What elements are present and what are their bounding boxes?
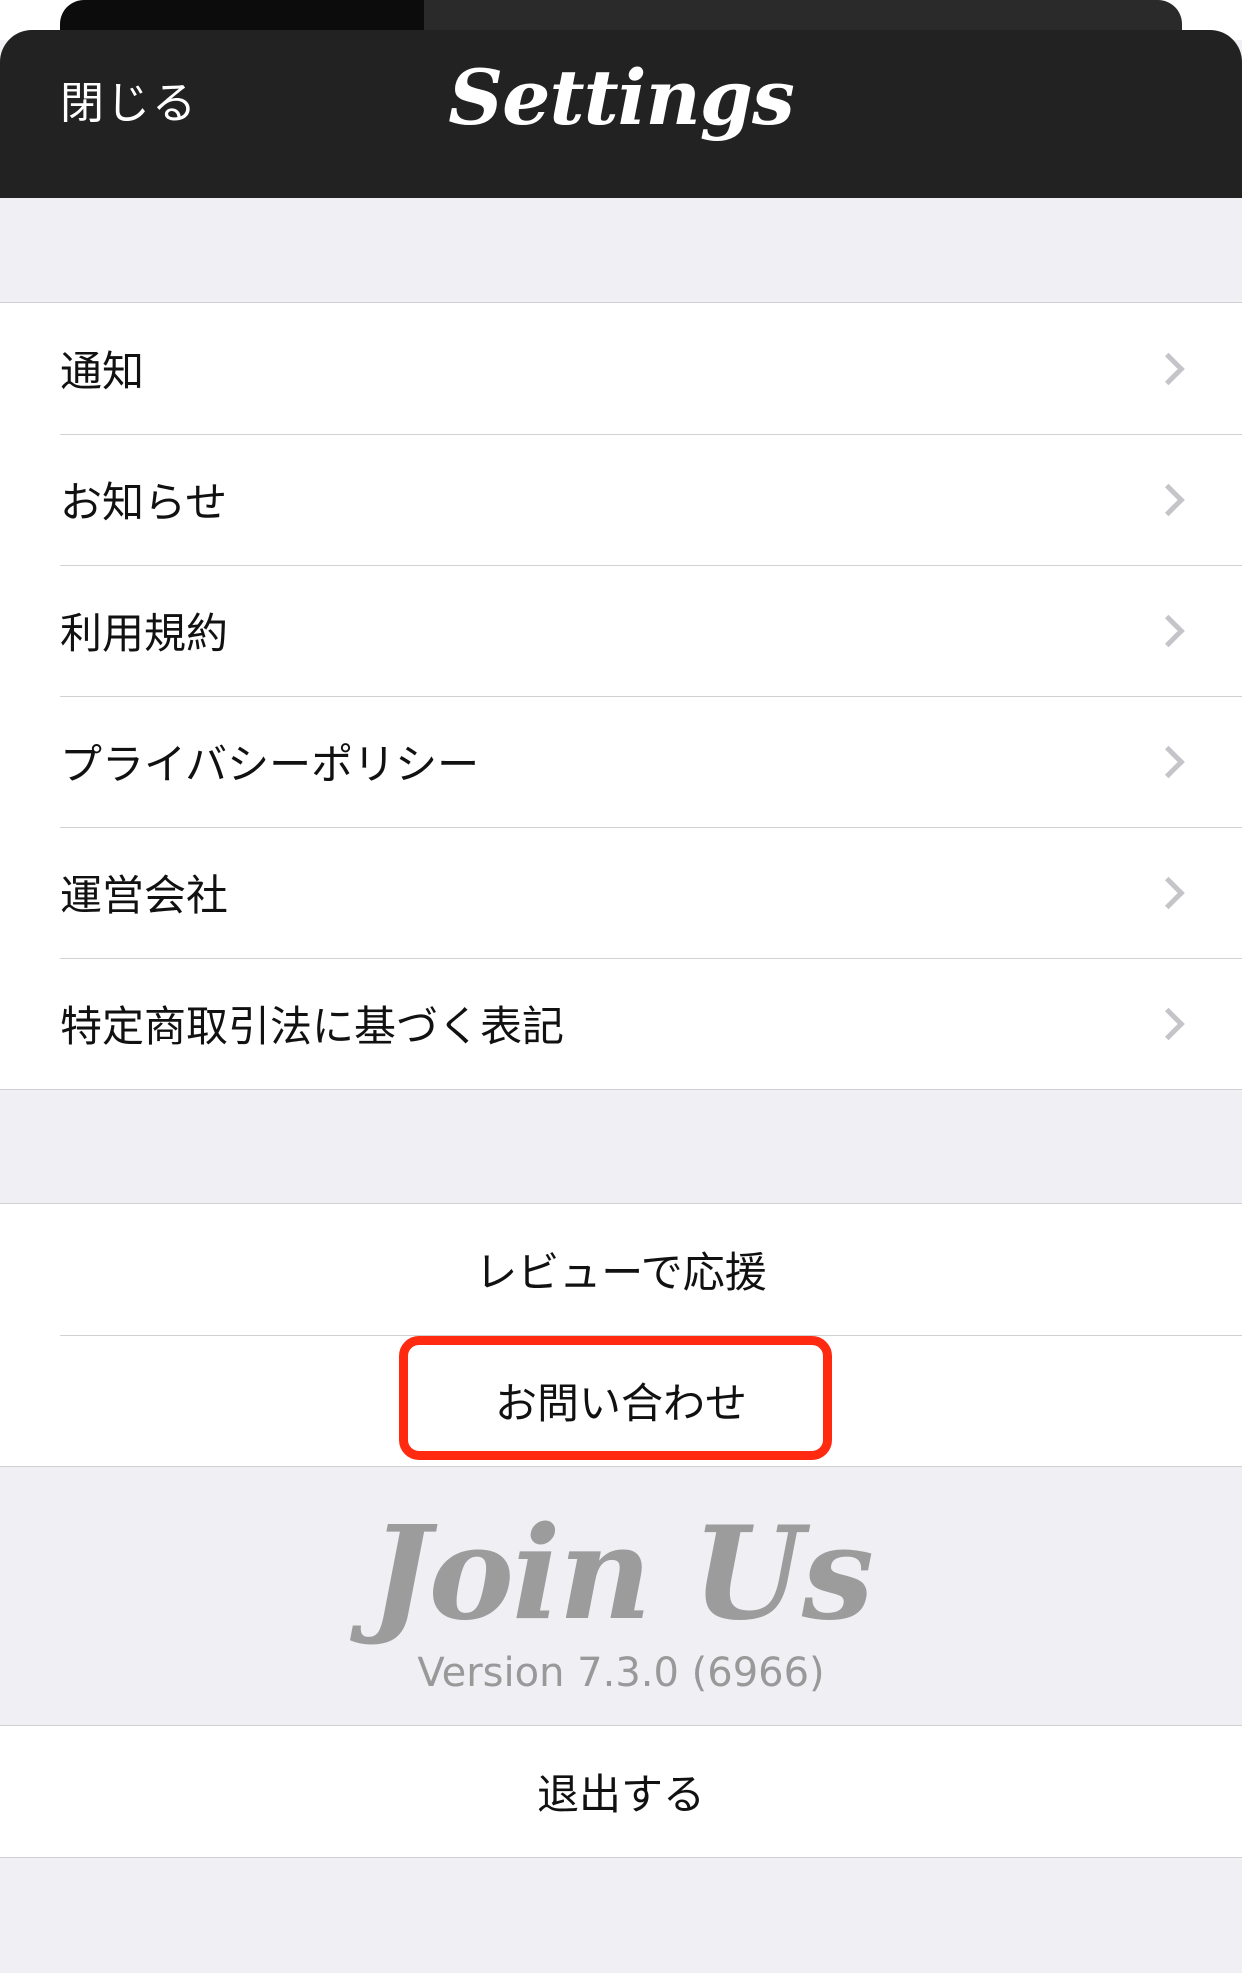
page-title: Settings: [448, 53, 795, 142]
navigation-bar: 閉じる Settings: [0, 30, 1242, 198]
menu-item-label: プライバシーポリシー: [60, 740, 480, 789]
menu-item-notifications[interactable]: 通知: [0, 303, 1242, 434]
chevron-right-icon: [1152, 614, 1185, 647]
menu-item-label: 運営会社: [60, 871, 229, 920]
review-button-label: レビューで応援: [475, 1248, 767, 1297]
menu-item-label: お知らせ: [60, 478, 228, 527]
version-label: Version 7.3.0 (6966): [417, 1650, 825, 1696]
menu-item-label: 通知: [60, 347, 145, 396]
chevron-right-icon: [1152, 1007, 1185, 1040]
logout-button[interactable]: 退出する: [0, 1726, 1242, 1857]
contact-button[interactable]: お問い合わせ: [0, 1335, 1242, 1466]
menu-item-news[interactable]: お知らせ: [0, 434, 1242, 565]
menu-item-commercial-transactions[interactable]: 特定商取引法に基づく表記: [0, 958, 1242, 1089]
brand-logo: Join Us: [370, 1499, 874, 1649]
contact-button-label: お問い合わせ: [494, 1379, 747, 1428]
menu-item-company[interactable]: 運営会社: [0, 827, 1242, 958]
chevron-right-icon: [1152, 745, 1185, 778]
menu-item-terms-of-use[interactable]: 利用規約: [0, 565, 1242, 696]
review-button[interactable]: レビューで応援: [0, 1204, 1242, 1335]
logout-group: 退出する: [0, 1725, 1242, 1858]
actions-group: レビューで応援 お問い合わせ: [0, 1203, 1242, 1467]
settings-menu-group: 通知 お知らせ 利用規約 プライバシーポリシー 運営会社 特定商取引法に基づく表…: [0, 302, 1242, 1090]
menu-item-label: 特定商取引法に基づく表記: [60, 1002, 565, 1051]
menu-item-privacy-policy[interactable]: プライバシーポリシー: [0, 696, 1242, 827]
logout-button-label: 退出する: [536, 1770, 705, 1819]
chevron-right-icon: [1152, 876, 1185, 909]
menu-item-label: 利用規約: [60, 609, 229, 658]
chevron-right-icon: [1152, 352, 1185, 385]
chevron-right-icon: [1152, 483, 1185, 516]
